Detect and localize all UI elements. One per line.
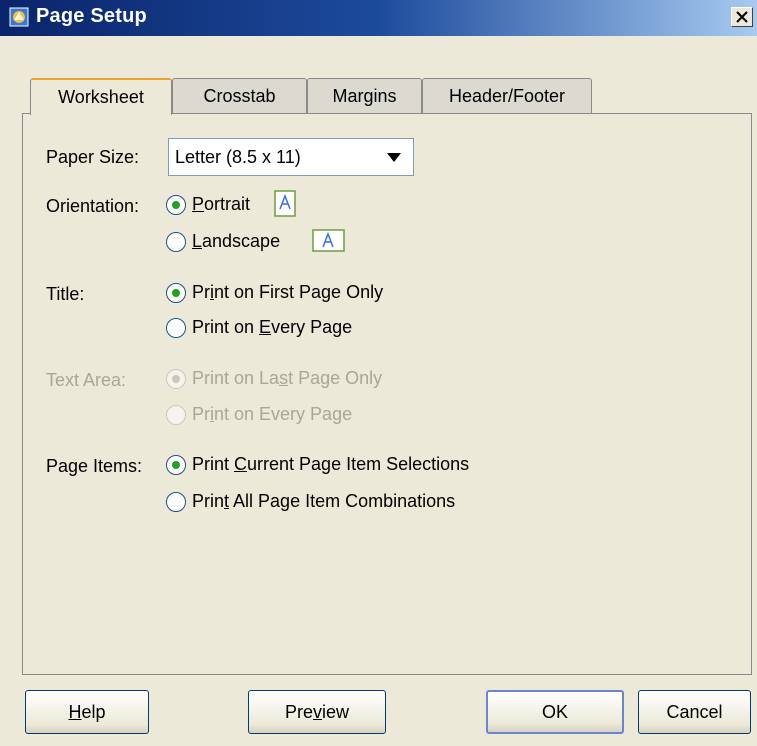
landscape-paper-icon <box>312 229 345 252</box>
cancel-button[interactable]: Cancel <box>638 690 751 734</box>
title-every-page-label: Print on Every Page <box>192 317 353 337</box>
paper-size-label: Paper Size: <box>46 147 140 167</box>
page-items-current-radio[interactable] <box>166 455 186 475</box>
chevron-down-icon <box>387 153 401 162</box>
close-button[interactable] <box>731 7 753 27</box>
landscape-label: Landscape <box>192 231 281 251</box>
tab-header-footer[interactable]: Header/Footer <box>422 78 592 114</box>
tab-worksheet[interactable]: Worksheet <box>30 78 172 115</box>
portrait-paper-icon <box>274 190 296 217</box>
portrait-label: Portrait <box>192 194 251 214</box>
tab-crosstab[interactable]: Crosstab <box>172 78 307 114</box>
text-area-label: Text Area: <box>46 370 127 390</box>
paper-size-value: Letter (8.5 x 11) <box>175 146 301 167</box>
page-items-label: Page Items: <box>46 456 143 476</box>
text-area-last-page-radio <box>166 369 186 389</box>
paper-size-select[interactable]: Letter (8.5 x 11) <box>168 138 414 176</box>
page-items-current-label: Print Current Page Item Selections <box>192 454 470 474</box>
help-button[interactable]: Help <box>25 690 149 734</box>
tab-margins[interactable]: Margins <box>307 78 422 114</box>
orientation-label: Orientation: <box>46 196 140 216</box>
window-title: Page Setup <box>36 5 147 27</box>
preview-button[interactable]: Pre v iew <box>248 690 386 734</box>
landscape-radio[interactable] <box>166 232 186 252</box>
title-every-page-radio[interactable] <box>166 318 186 338</box>
portrait-radio[interactable] <box>166 195 186 215</box>
title-option-label: Title: <box>46 284 85 304</box>
page-items-all-radio[interactable] <box>166 492 186 512</box>
close-icon <box>736 11 748 23</box>
ok-button[interactable]: OK <box>486 690 624 734</box>
title-bar: Page Setup <box>0 0 757 36</box>
page-items-all-label: Print All Page Item Combinations <box>192 491 456 511</box>
text-area-every-page-label: Print on Every Page <box>192 404 353 424</box>
text-area-every-page-radio <box>166 405 186 425</box>
text-area-last-page-label: Print on Last Page Only <box>192 368 383 388</box>
title-first-page-label: Print on First Page Only <box>192 282 384 302</box>
app-icon <box>9 7 29 27</box>
title-first-page-radio[interactable] <box>166 283 186 303</box>
page-setup-dialog: Page Setup Worksheet Crosstab Margins He… <box>0 0 757 746</box>
